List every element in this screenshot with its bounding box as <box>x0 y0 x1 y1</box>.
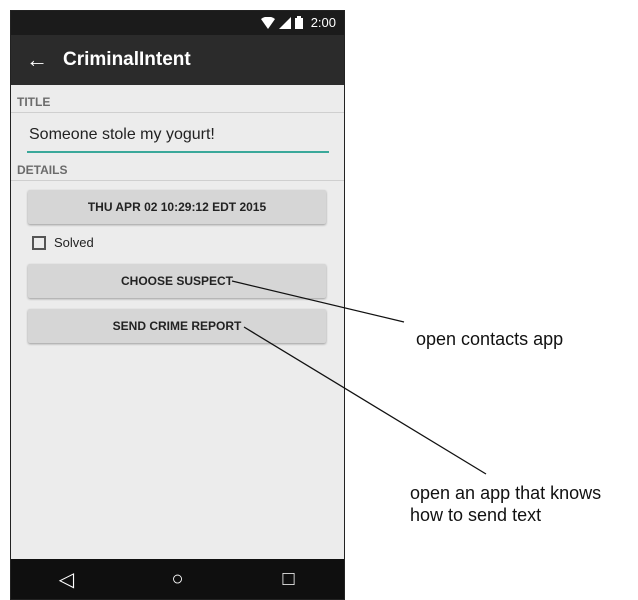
wifi-icon <box>260 16 275 29</box>
crime-title-field[interactable] <box>27 119 329 153</box>
details-section-header: DETAILS <box>11 163 344 181</box>
home-circle-icon[interactable]: ○ <box>158 568 198 591</box>
app-title: CriminalIntent <box>63 49 191 70</box>
app-bar: ← CriminalIntent <box>11 35 344 85</box>
recents-square-icon[interactable]: □ <box>269 568 309 591</box>
solved-label: Solved <box>54 235 94 250</box>
choose-suspect-button[interactable]: CHOOSE SUSPECT <box>28 264 326 298</box>
annotation-send-text-line2: how to send text <box>410 505 542 525</box>
back-triangle-icon[interactable]: ◁ <box>47 567 87 592</box>
status-bar: 2:00 <box>11 11 344 35</box>
battery-icon <box>294 16 303 29</box>
title-section-header: TITLE <box>11 95 344 113</box>
send-crime-report-button[interactable]: SEND CRIME REPORT <box>28 309 326 343</box>
back-arrow-icon[interactable]: ← <box>17 47 57 73</box>
annotation-contacts: open contacts app <box>416 329 564 349</box>
solved-checkbox[interactable] <box>32 235 46 250</box>
signal-icon <box>278 16 291 29</box>
status-time: 2:00 <box>310 15 336 30</box>
solved-row[interactable]: Solved <box>32 235 94 250</box>
annotation-send-text: open an app that knows how to send text <box>410 482 601 526</box>
annotation-send-text-line1: open an app that knows <box>410 483 602 503</box>
status-icons: 2:00 <box>260 15 336 30</box>
date-button[interactable]: THU APR 02 10:29:12 EDT 2015 <box>28 190 326 224</box>
phone-screen: 2:00 ← CriminalIntent TITLE DETAILS THU … <box>10 10 345 600</box>
nav-bar: ◁ ○ □ <box>11 559 344 599</box>
